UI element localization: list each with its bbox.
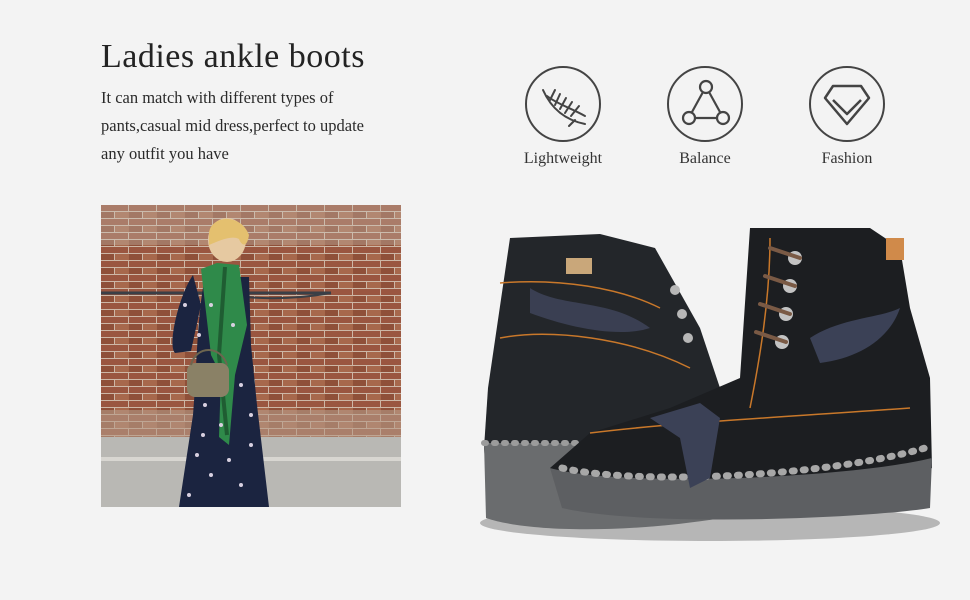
- feature-label: Lightweight: [523, 150, 603, 167]
- feature-lightweight: Lightweight: [503, 66, 623, 168]
- feature-balance: Balance: [645, 66, 765, 168]
- product-description: It can match with different types of pan…: [101, 84, 431, 168]
- description-line: It can match with different types of: [101, 88, 334, 107]
- triangle-nodes-icon: [667, 66, 743, 142]
- feature-label: Balance: [679, 150, 731, 167]
- diamond-icon: [809, 66, 885, 142]
- description-line: pants,casual mid dress,perfect to update: [101, 116, 364, 135]
- page-title: Ladies ankle boots: [101, 38, 365, 75]
- boots-product-image: [470, 218, 950, 548]
- feature-fashion: Fashion: [787, 66, 907, 168]
- feature-label: Fashion: [821, 150, 873, 167]
- lifestyle-photo: [101, 205, 401, 507]
- feather-icon: [525, 66, 601, 142]
- description-line: any outfit you have: [101, 144, 229, 163]
